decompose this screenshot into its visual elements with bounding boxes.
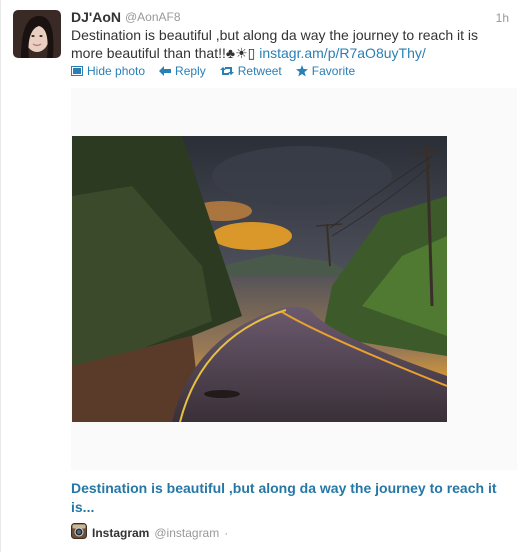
favorite-label: Favorite — [311, 64, 356, 78]
card-title[interactable]: Destination is beautiful ,but along da w… — [71, 479, 511, 517]
source-handle[interactable]: @instagram — [154, 526, 219, 540]
instagram-icon[interactable] — [71, 523, 87, 542]
reply-label: Reply — [175, 64, 206, 78]
hide-photo-button[interactable]: Hide photo — [71, 64, 145, 78]
hide-photo-label: Hide photo — [87, 64, 146, 78]
tweet-photo[interactable] — [72, 136, 447, 422]
avatar[interactable] — [13, 10, 61, 58]
retweet-icon — [219, 66, 234, 76]
author-name[interactable]: DJ'AoN — [71, 9, 121, 25]
retweet-button[interactable]: Retweet — [219, 64, 282, 78]
favorite-icon — [295, 65, 308, 77]
author-handle[interactable]: @AonAF8 — [125, 10, 181, 24]
tweet: DJ'AoN @AonAF8 1h Destination is beautif… — [0, 0, 519, 552]
separator: · — [224, 525, 229, 540]
tweet-actions: Hide photo Reply Retweet Favorite — [71, 64, 355, 78]
favorite-button[interactable]: Favorite — [295, 64, 356, 78]
card-source: Instagram @instagram · — [71, 523, 228, 542]
reply-button[interactable]: Reply — [159, 64, 206, 78]
tweet-link[interactable]: instagr.am/p/R7aO8uyThy/ — [259, 45, 426, 61]
retweet-label: Retweet — [237, 64, 282, 78]
reply-icon — [159, 66, 172, 76]
photo-icon — [71, 66, 83, 76]
source-name[interactable]: Instagram — [92, 526, 149, 540]
timestamp[interactable]: 1h — [496, 11, 509, 25]
tweet-text: Destination is beautiful ,but along da w… — [71, 26, 501, 62]
